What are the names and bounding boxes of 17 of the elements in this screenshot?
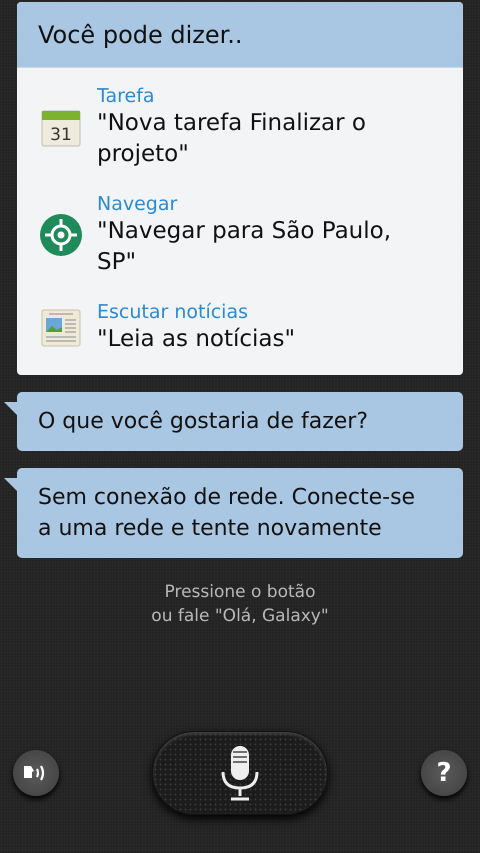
bubble-tail bbox=[4, 402, 18, 416]
suggestion-category: Tarefa bbox=[97, 84, 156, 108]
location-target-icon bbox=[39, 213, 83, 257]
suggestion-example: "Leia as notícias" bbox=[97, 325, 296, 354]
voice-output-button[interactable] bbox=[13, 750, 59, 796]
suggestion-category: Navegar bbox=[97, 192, 178, 216]
hint-text: Pressione o botão bbox=[164, 581, 316, 604]
hint-text: ou fale "Olá, Galaxy" bbox=[151, 605, 329, 628]
card-title: Você pode dizer.. bbox=[17, 2, 463, 68]
microphone-icon bbox=[220, 744, 260, 802]
suggestion-example: "Nova tarefa Finalizar o projeto" bbox=[97, 109, 367, 169]
help-button[interactable]: ? bbox=[421, 750, 467, 796]
microphone-button[interactable] bbox=[152, 731, 328, 815]
bubble-tail bbox=[4, 478, 18, 492]
suggestion-example: "Navegar para São Paulo, SP" bbox=[97, 217, 392, 277]
newspaper-icon bbox=[41, 308, 81, 346]
suggestion-category: Escutar notícias bbox=[97, 300, 249, 324]
